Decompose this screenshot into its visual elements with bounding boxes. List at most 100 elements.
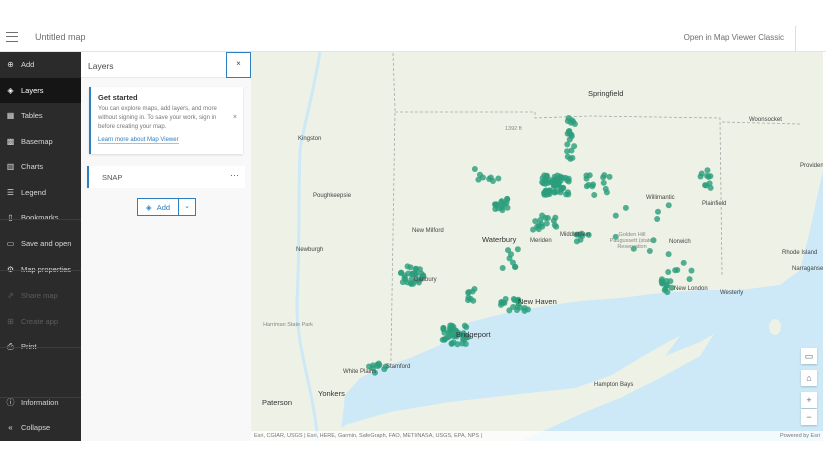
snap-point[interactable] — [665, 269, 672, 276]
snap-point[interactable] — [662, 285, 669, 292]
snap-point[interactable] — [506, 307, 513, 314]
snap-point[interactable] — [707, 184, 714, 191]
snap-point[interactable] — [469, 288, 476, 295]
snap-point[interactable] — [450, 339, 457, 346]
snap-point[interactable] — [674, 267, 681, 274]
sidebar-item-collapse[interactable]: « Collapse — [0, 415, 81, 440]
snap-point[interactable] — [441, 336, 448, 343]
snap-point[interactable] — [554, 188, 561, 195]
hamburger-menu-icon[interactable] — [6, 32, 18, 42]
snap-point[interactable] — [704, 167, 711, 174]
snap-point[interactable] — [688, 267, 695, 274]
snap-point[interactable] — [665, 202, 672, 209]
dismiss-notice-icon[interactable]: × — [233, 114, 237, 121]
snap-point[interactable] — [698, 170, 705, 177]
snap-point[interactable] — [404, 279, 411, 286]
screen-icon[interactable]: ▭ — [801, 348, 817, 364]
chevron-down-icon[interactable]: ⌄ — [179, 199, 195, 215]
snap-point[interactable] — [564, 189, 571, 196]
snap-point[interactable] — [416, 266, 423, 273]
sidebar-item-layers[interactable]: ◈ Layers — [0, 78, 81, 103]
snap-point[interactable] — [479, 174, 486, 181]
snap-point[interactable] — [441, 329, 448, 336]
sidebar-item-basemap[interactable]: ▩ Basemap — [0, 129, 81, 154]
snap-point[interactable] — [550, 217, 557, 224]
map-view[interactable]: Springfield Kingston Poughkeepsie Newburgh N… — [251, 52, 823, 441]
layer-item[interactable]: SNAP ··· — [87, 166, 245, 188]
snap-point[interactable] — [545, 188, 552, 195]
snap-point[interactable] — [654, 215, 661, 222]
snap-point[interactable] — [486, 176, 493, 183]
open-classic-link[interactable]: Open in Map Viewer Classic — [684, 33, 784, 42]
snap-point[interactable] — [606, 173, 613, 180]
snap-point[interactable] — [686, 276, 693, 283]
map-title[interactable]: Untitled map — [35, 32, 86, 42]
snap-point[interactable] — [612, 212, 619, 219]
snap-point[interactable] — [498, 204, 505, 211]
layer-options-icon[interactable]: ··· — [230, 170, 239, 180]
snap-point[interactable] — [404, 263, 411, 270]
snap-point[interactable] — [583, 172, 590, 179]
snap-point[interactable] — [573, 238, 580, 245]
snap-point[interactable] — [591, 191, 598, 198]
powered-by-esri[interactable]: Powered by Esri — [780, 431, 820, 441]
snap-point[interactable] — [569, 154, 576, 161]
snap-point[interactable] — [705, 173, 712, 180]
zoom-out-button[interactable]: − — [801, 409, 817, 425]
snap-point[interactable] — [376, 362, 383, 369]
add-layer-button[interactable]: ◈ Add — [138, 199, 179, 215]
sidebar-item-legend[interactable]: ☰ Legend — [0, 180, 81, 205]
snap-point[interactable] — [541, 172, 548, 179]
snap-point[interactable] — [461, 322, 468, 329]
snap-point[interactable] — [499, 265, 506, 272]
snap-point[interactable] — [535, 222, 542, 229]
sidebar-item-charts[interactable]: ▥ Charts — [0, 154, 81, 179]
snap-point[interactable] — [506, 255, 513, 262]
snap-point[interactable] — [411, 270, 418, 277]
snap-point[interactable] — [504, 196, 511, 203]
sidebar-item-tables[interactable]: ▦ Tables — [0, 103, 81, 128]
snap-point[interactable] — [562, 174, 569, 181]
sidebar-item-add[interactable]: ⊕ Add — [0, 52, 81, 77]
snap-point[interactable] — [571, 143, 578, 150]
snap-point[interactable] — [447, 328, 454, 335]
snap-point[interactable] — [543, 220, 550, 227]
snap-point[interactable] — [467, 295, 474, 302]
snap-point[interactable] — [622, 204, 629, 211]
snap-point[interactable] — [505, 247, 512, 254]
snap-point[interactable] — [680, 259, 687, 266]
sidebar-item-bookmarks[interactable]: ▯ Bookmarks — [0, 205, 81, 230]
snap-point[interactable] — [471, 165, 478, 172]
snap-point[interactable] — [564, 118, 571, 125]
snap-point[interactable] — [583, 183, 590, 190]
close-panel-button[interactable]: × — [226, 52, 251, 78]
snap-point[interactable] — [514, 246, 521, 253]
snap-point[interactable] — [600, 174, 607, 181]
snap-point[interactable] — [405, 270, 412, 277]
snap-point[interactable] — [495, 175, 502, 182]
snap-point[interactable] — [450, 323, 457, 330]
sidebar-item-information[interactable]: ⓘ Information — [0, 390, 81, 415]
snap-point[interactable] — [665, 251, 672, 258]
snap-point[interactable] — [459, 340, 466, 347]
home-icon[interactable]: ⌂ — [801, 370, 817, 386]
snap-point[interactable] — [654, 208, 661, 215]
zoom-in-button[interactable]: + — [801, 392, 817, 408]
learn-more-link[interactable]: Learn more about Map Viewer — [98, 137, 179, 144]
snap-point[interactable] — [600, 179, 607, 186]
snap-point[interactable] — [545, 179, 552, 186]
snap-point[interactable] — [667, 278, 674, 285]
snap-point[interactable] — [554, 172, 561, 179]
snap-point[interactable] — [568, 131, 575, 138]
snap-point[interactable] — [564, 141, 571, 148]
sidebar-item-save-and-open[interactable]: ▭ Save and open — [0, 231, 81, 256]
snap-point[interactable] — [397, 270, 404, 277]
snap-point[interactable] — [602, 185, 609, 192]
snap-point[interactable] — [504, 204, 511, 211]
snap-point[interactable] — [501, 299, 508, 306]
snap-point[interactable] — [530, 226, 537, 233]
snap-point[interactable] — [440, 324, 447, 331]
snap-point[interactable] — [544, 214, 551, 221]
map-label: Woonsocket — [749, 117, 782, 123]
snap-point[interactable] — [492, 206, 499, 213]
